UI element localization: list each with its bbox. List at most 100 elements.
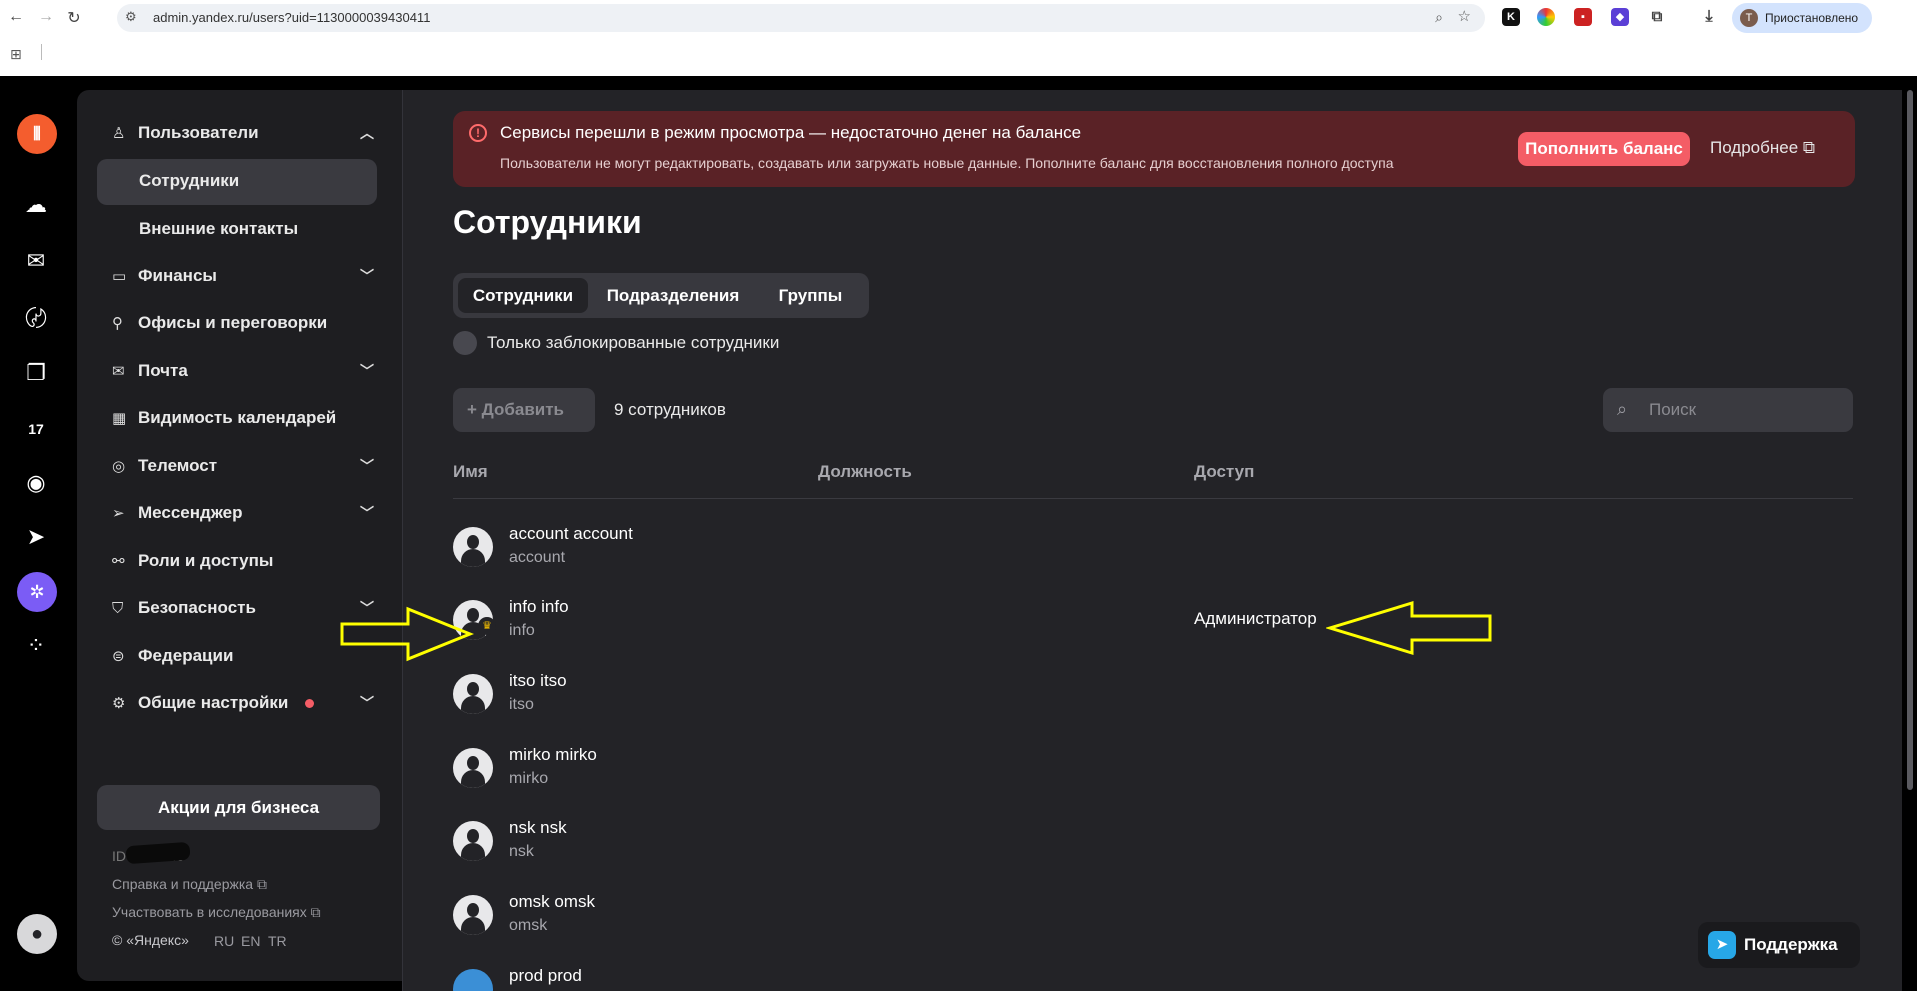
apps-grid-icon[interactable]: ⊞ xyxy=(10,46,22,63)
user-name[interactable]: account account xyxy=(509,524,633,544)
documents-icon[interactable]: ❐ xyxy=(17,354,55,392)
all-services-icon[interactable]: ⁘ xyxy=(17,627,55,665)
user-avatar xyxy=(453,821,493,861)
address-bar[interactable]: ⚙ admin.yandex.ru/users?uid=113000003943… xyxy=(117,4,1485,32)
user-name[interactable]: nsk nsk xyxy=(509,818,567,838)
sidebar-item-finance[interactable] xyxy=(112,206,377,246)
paper-plane-icon[interactable]: ➤ xyxy=(17,518,55,556)
sidebar-subitem-employees[interactable]: Сотрудники xyxy=(139,171,239,191)
blocked-only-checkbox[interactable] xyxy=(453,331,477,355)
user-login: itso xyxy=(509,696,534,713)
user-name[interactable]: omsk omsk xyxy=(509,892,595,912)
user-name[interactable]: prod prod xyxy=(509,966,582,986)
table-row[interactable]: itso itso itso xyxy=(453,656,1853,730)
sidebar-item-users[interactable]: ♙ Пользователи ︿ xyxy=(112,113,377,153)
extension-k-icon[interactable]: K xyxy=(1502,8,1520,26)
external-link-icon: ⧉ xyxy=(310,904,321,920)
disk-cloud-icon[interactable]: ☁ xyxy=(17,186,55,224)
lang-switch-ru[interactable]: RU xyxy=(214,933,234,949)
chevron-down-icon[interactable]: ﹀ xyxy=(357,693,377,713)
table-row[interactable]: nsk nsk nsk xyxy=(453,803,1853,877)
extensions-puzzle-icon[interactable]: ⧉ xyxy=(1648,8,1666,26)
browser-chrome: ← → ↻ ⚙ admin.yandex.ru/users?uid=113000… xyxy=(0,0,1917,76)
telemost-icon[interactable]: ◉ xyxy=(17,464,55,502)
balance-warning-banner: ! Сервисы перешли в режим просмотра — не… xyxy=(453,111,1855,187)
header-divider xyxy=(453,498,1853,499)
site-settings-icon[interactable]: ⚙ xyxy=(125,9,137,25)
forward-icon[interactable]: → xyxy=(36,8,56,26)
table-row[interactable]: omsk omsk omsk xyxy=(453,877,1853,951)
chevron-down-icon[interactable]: ﹀ xyxy=(357,456,377,476)
sidebar-item-label: Пользователи xyxy=(138,123,259,142)
page-title: Сотрудники xyxy=(453,204,642,240)
column-header-access[interactable]: Доступ xyxy=(1194,462,1254,482)
sidebar-item-federations[interactable]: ⊜ Федерации xyxy=(112,636,377,676)
reload-icon[interactable]: ↻ xyxy=(64,8,84,28)
chevron-down-icon[interactable]: ﹀ xyxy=(357,503,377,523)
sidebar-item-messenger[interactable]: ➢ Мессенджер ﹀ xyxy=(112,493,377,533)
sidebar-item-label: Почта xyxy=(138,361,188,380)
add-user-button[interactable]: + Добавить xyxy=(453,388,595,432)
sidebar-item-finance[interactable]: ▭ Финансы ﹀ xyxy=(112,256,377,296)
research-link[interactable]: Участвовать в исследованиях ⧉ xyxy=(112,904,321,921)
user-name[interactable]: info info xyxy=(509,597,569,617)
lang-switch-en[interactable]: EN xyxy=(241,933,260,949)
search-icon: ⌕ xyxy=(1617,399,1628,419)
extension-red-icon[interactable]: ▪ xyxy=(1574,8,1592,26)
sidebar-item-security[interactable]: ⛉ Безопасность ﹀ xyxy=(112,588,377,628)
sidebar-item-roles[interactable]: ⚯ Роли и доступы xyxy=(112,541,377,581)
more-info-link[interactable]: Подробнее ⧉ xyxy=(1710,138,1815,158)
back-icon[interactable]: ← xyxy=(6,8,26,26)
help-link-label: Справка и поддержка xyxy=(112,876,254,892)
tabs: Сотрудники Подразделения Группы xyxy=(453,273,869,318)
mail-icon[interactable]: ✉ xyxy=(17,242,55,280)
user-name[interactable]: mirko mirko xyxy=(509,745,597,765)
chevron-up-icon[interactable]: ︿ xyxy=(357,123,377,143)
bookmark-star-icon[interactable]: ☆ xyxy=(1458,7,1471,25)
chevron-down-icon[interactable]: ﹀ xyxy=(357,266,377,286)
extension-purple-icon[interactable]: ◆ xyxy=(1611,8,1629,26)
download-icon[interactable]: ⤓ xyxy=(1700,8,1718,26)
support-label: Поддержка xyxy=(1744,935,1838,954)
tab-groups[interactable]: Группы xyxy=(758,278,863,313)
user-login: omsk xyxy=(509,917,548,934)
table-row[interactable]: mirko mirko mirko xyxy=(453,730,1853,804)
search-input[interactable]: ⌕ Поиск xyxy=(1603,388,1853,432)
profile-button[interactable]: T Приостановлено xyxy=(1732,3,1872,33)
user-avatar[interactable]: ● xyxy=(17,914,57,954)
services-rail: ⦀ ☁ ✉ 〄 ❐ 17 ◉ ➤ ✲ ⁘ ● xyxy=(0,76,77,991)
business-promo-button[interactable]: Акции для бизнеса xyxy=(97,785,380,830)
admin-icon[interactable]: ✲ xyxy=(17,572,57,612)
table-row[interactable]: ♛ info info info Администратор xyxy=(453,582,1853,656)
sidebar-item-mail[interactable]: ✉ Почта ﹀ xyxy=(112,351,377,391)
user-avatar xyxy=(453,969,493,991)
topup-balance-button[interactable]: Пополнить баланс xyxy=(1518,132,1690,166)
chevron-down-icon[interactable]: ﹀ xyxy=(357,361,377,381)
table-row[interactable]: prod prod xyxy=(453,951,1853,991)
tab-employees[interactable]: Сотрудники xyxy=(458,278,588,313)
sidebar-item-calendar-visibility[interactable]: ▦ Видимость календарей xyxy=(112,398,377,438)
sidebar-item-general-settings[interactable]: ⚙ Общие настройки ﹀ xyxy=(112,683,377,723)
lang-switch-tr[interactable]: TR xyxy=(268,933,287,949)
calendar-icon[interactable]: 17 xyxy=(17,410,55,448)
zoom-icon[interactable]: ⌕ xyxy=(1435,9,1443,26)
mail-icon: ✉ xyxy=(112,363,125,380)
calendar-icon: ▦ xyxy=(112,410,127,427)
sidebar-item-offices[interactable]: ⚲ Офисы и переговорки xyxy=(112,303,377,343)
tab-departments[interactable]: Подразделения xyxy=(593,278,753,313)
help-link[interactable]: Справка и поддержка ⧉ xyxy=(112,876,267,893)
yandex360-logo-icon[interactable]: ⦀ xyxy=(17,114,57,154)
support-button[interactable]: ➤ Поддержка xyxy=(1698,922,1860,968)
column-header-name[interactable]: Имя xyxy=(453,462,488,482)
page-scrollbar[interactable] xyxy=(1907,90,1913,790)
messenger-wing-icon[interactable]: 〄 xyxy=(17,298,55,336)
paper-plane-icon: ➤ xyxy=(1708,931,1736,959)
extension-color-icon[interactable] xyxy=(1537,8,1555,26)
user-login: nsk xyxy=(509,843,534,860)
table-row[interactable]: account account account xyxy=(453,509,1853,583)
card-icon: ▭ xyxy=(112,268,127,285)
sidebar-item-telemost[interactable]: ◎ Телемост ﹀ xyxy=(112,446,377,486)
more-info-label: Подробнее xyxy=(1710,138,1799,157)
column-header-position[interactable]: Должность xyxy=(818,462,912,482)
user-name[interactable]: itso itso xyxy=(509,671,567,691)
